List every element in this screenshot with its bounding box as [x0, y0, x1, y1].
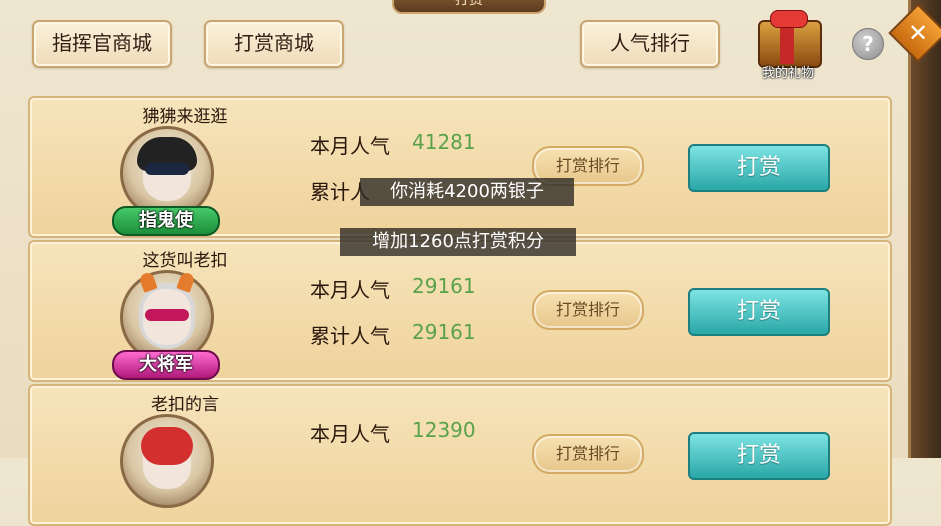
monthly-popularity-label: 本月人气: [310, 134, 390, 158]
reward-rank-button[interactable]: 打赏排行: [532, 290, 644, 330]
player-name: 这货叫老扣: [142, 251, 228, 271]
player-card: 狒狒来逛逛 指鬼使 本月人气 41281 累计人 打赏排行 打赏: [28, 96, 892, 238]
right-frame-border: [908, 0, 941, 458]
my-gifts-label: 我的礼物: [761, 66, 814, 81]
reward-button[interactable]: 打赏: [688, 144, 830, 192]
commander-shop-button[interactable]: 指挥官商城: [32, 20, 172, 68]
monthly-popularity-value: 41281: [412, 130, 476, 154]
monthly-popularity-label: 本月人气: [310, 278, 390, 302]
toast-message: 你消耗4200两银子: [360, 178, 574, 206]
player-avatar: [120, 414, 214, 508]
player-card: 老扣的言 本月人气 12390 打赏排行 打赏: [28, 384, 892, 526]
title-badge: 大将军: [112, 350, 220, 380]
window-title: 打赏: [455, 0, 483, 8]
close-icon: ✕: [907, 19, 929, 47]
reward-rank-button[interactable]: 打赏排行: [532, 434, 644, 474]
gift-bow-icon: [770, 10, 808, 28]
title-badge: 指鬼使: [112, 206, 220, 236]
avatar-glasses: [145, 309, 189, 321]
player-card: 这货叫老扣 大将军 本月人气 29161 累计人气 29161 打赏排行 打赏: [28, 240, 892, 382]
reward-button[interactable]: 打赏: [688, 288, 830, 336]
toast-message: 增加1260点打赏积分: [340, 228, 576, 256]
monthly-popularity-label: 本月人气: [310, 422, 390, 446]
avatar-sunglasses: [145, 163, 189, 175]
reward-shop-button[interactable]: 打赏商城: [204, 20, 344, 68]
window-title-tab: 打赏: [392, 0, 546, 14]
monthly-popularity-value: 12390: [412, 418, 476, 442]
total-popularity-label: 累计人气: [310, 324, 390, 348]
popularity-rank-button[interactable]: 人气排行: [580, 20, 720, 68]
my-gifts-button[interactable]: 我的礼物: [750, 10, 826, 86]
player-name: 狒狒来逛逛: [142, 107, 228, 127]
reward-button[interactable]: 打赏: [688, 432, 830, 480]
total-popularity-value: 29161: [412, 320, 476, 344]
monthly-popularity-value: 29161: [412, 274, 476, 298]
help-button[interactable]: ?: [852, 28, 884, 60]
player-name: 老扣的言: [151, 395, 219, 415]
avatar-mask: [141, 427, 193, 465]
